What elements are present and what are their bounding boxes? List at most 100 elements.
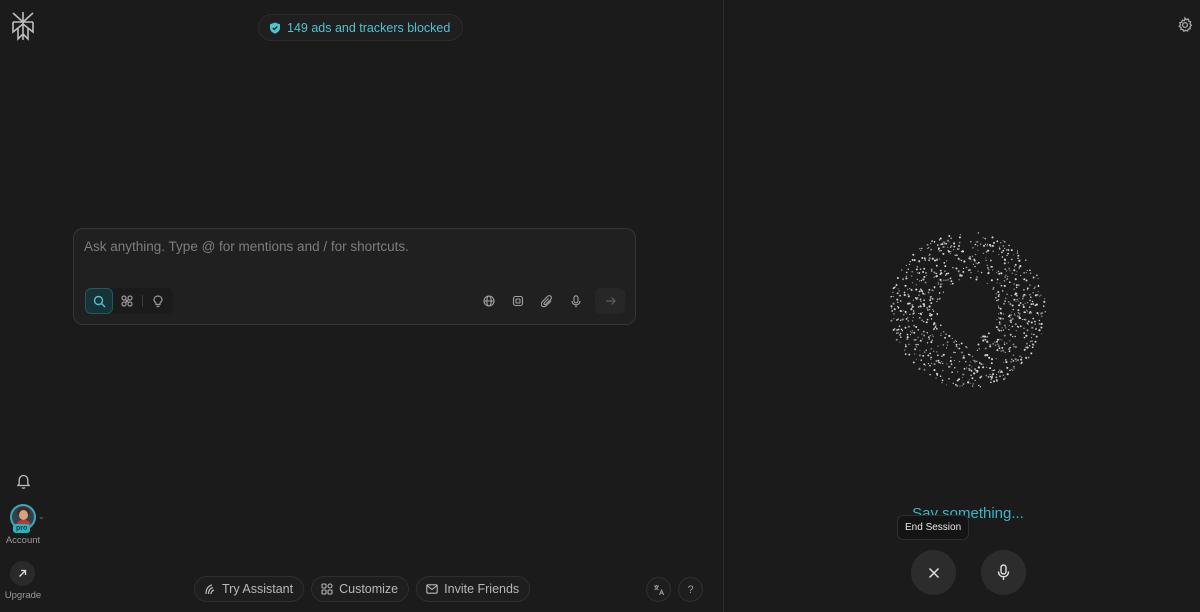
model-select-button[interactable] [508,289,528,313]
upgrade-button[interactable] [10,561,35,586]
orb-particle [984,237,986,240]
language-button[interactable] [646,577,671,602]
orb-particle [951,337,953,339]
orb-particle [1041,312,1044,315]
orb-particle [944,270,946,272]
orb-particle [955,352,956,354]
orb-particle [937,298,939,300]
orb-particle [923,299,925,302]
orb-particle [984,339,987,341]
orb-particle [1036,312,1039,315]
upgrade-label: Upgrade [4,590,42,601]
orb-particle [976,276,979,278]
orb-particle [953,245,956,248]
orb-particle [921,338,923,340]
orb-particle [1017,312,1019,314]
orb-particle [1016,271,1018,273]
orb-particle [956,248,959,250]
orb-particle [905,344,907,346]
orb-particle [911,282,913,284]
orb-particle [970,241,972,243]
orb-particle [928,305,931,308]
orb-particle [1022,303,1025,306]
sources-button[interactable] [479,289,499,313]
orb-particle [947,272,950,275]
chevron-down-icon[interactable]: ⌄ [38,512,45,521]
notifications-button[interactable] [12,470,34,492]
orb-particle [1014,358,1016,360]
orb-particle [930,358,932,360]
orb-particle [996,340,998,343]
dictation-button[interactable] [566,289,586,313]
orb-particle [900,328,903,331]
orb-particle [1014,335,1016,338]
logo-icon[interactable] [9,10,37,42]
orb-particle [961,385,963,387]
orb-particle [982,339,985,342]
orb-particle [917,306,920,308]
orb-particle [919,248,921,250]
globe-icon [483,295,495,307]
orb-particle [954,367,956,369]
orb-particle [935,327,938,330]
orb-particle [1030,296,1032,298]
ask-input[interactable] [84,239,624,269]
orb-particle [1032,292,1034,294]
trackers-blocked-badge[interactable]: 149 ads and trackers blocked [258,14,464,41]
try-assistant-button[interactable]: Try Assistant [194,576,305,602]
orb-particle [973,359,976,362]
orb-particle [917,297,919,299]
customize-button[interactable]: Customize [311,576,410,602]
gear-icon[interactable] [1176,16,1194,34]
orb-particle [957,371,959,373]
labs-mode-button[interactable] [144,288,172,314]
orb-particle [1009,340,1011,342]
orb-particle [1008,281,1011,284]
orb-particle [930,347,933,350]
attach-button[interactable] [537,289,557,313]
orb-particle [978,384,980,387]
orb-particle [918,312,920,315]
orb-particle [985,257,987,259]
orb-particle [1012,254,1014,256]
orb-particle [1000,350,1002,352]
chip-icon [512,295,524,307]
orb-particle [896,292,898,295]
orb-particle [953,359,956,362]
end-session-button[interactable] [911,550,956,595]
help-button[interactable]: ? [678,577,703,602]
orb-particle [1010,294,1013,297]
orb-particle [998,347,1001,350]
orb-particle [923,363,926,366]
orb-particle [953,249,955,251]
orb-particle [1001,251,1003,254]
orb-particle [990,266,992,268]
orb-particle [1005,327,1007,329]
orb-particle [1009,303,1012,306]
orb-particle [939,278,942,281]
orb-particle [995,293,997,295]
orb-particle [941,243,944,246]
orb-particle [977,249,979,251]
research-mode-button[interactable] [113,288,141,314]
orb-particle [918,354,921,357]
orb-particle [999,323,1001,325]
orb-particle [1008,329,1010,331]
orb-particle [977,343,980,346]
orb-particle [1044,298,1046,300]
orb-particle [991,236,994,239]
orb-particle [1023,271,1026,274]
orb-particle [1011,317,1014,320]
search-mode-button[interactable] [85,288,113,314]
orb-particle [915,268,918,271]
orb-particle [983,244,985,247]
orb-particle [1026,322,1029,325]
orb-particle [1012,354,1015,356]
invite-friends-button[interactable]: Invite Friends [416,576,531,602]
orb-particle [1006,373,1009,376]
orb-particle [931,270,933,272]
submit-button[interactable] [595,288,625,314]
orb-particle [1008,347,1011,351]
orb-particle [1014,278,1017,281]
microphone-button[interactable] [981,550,1026,595]
